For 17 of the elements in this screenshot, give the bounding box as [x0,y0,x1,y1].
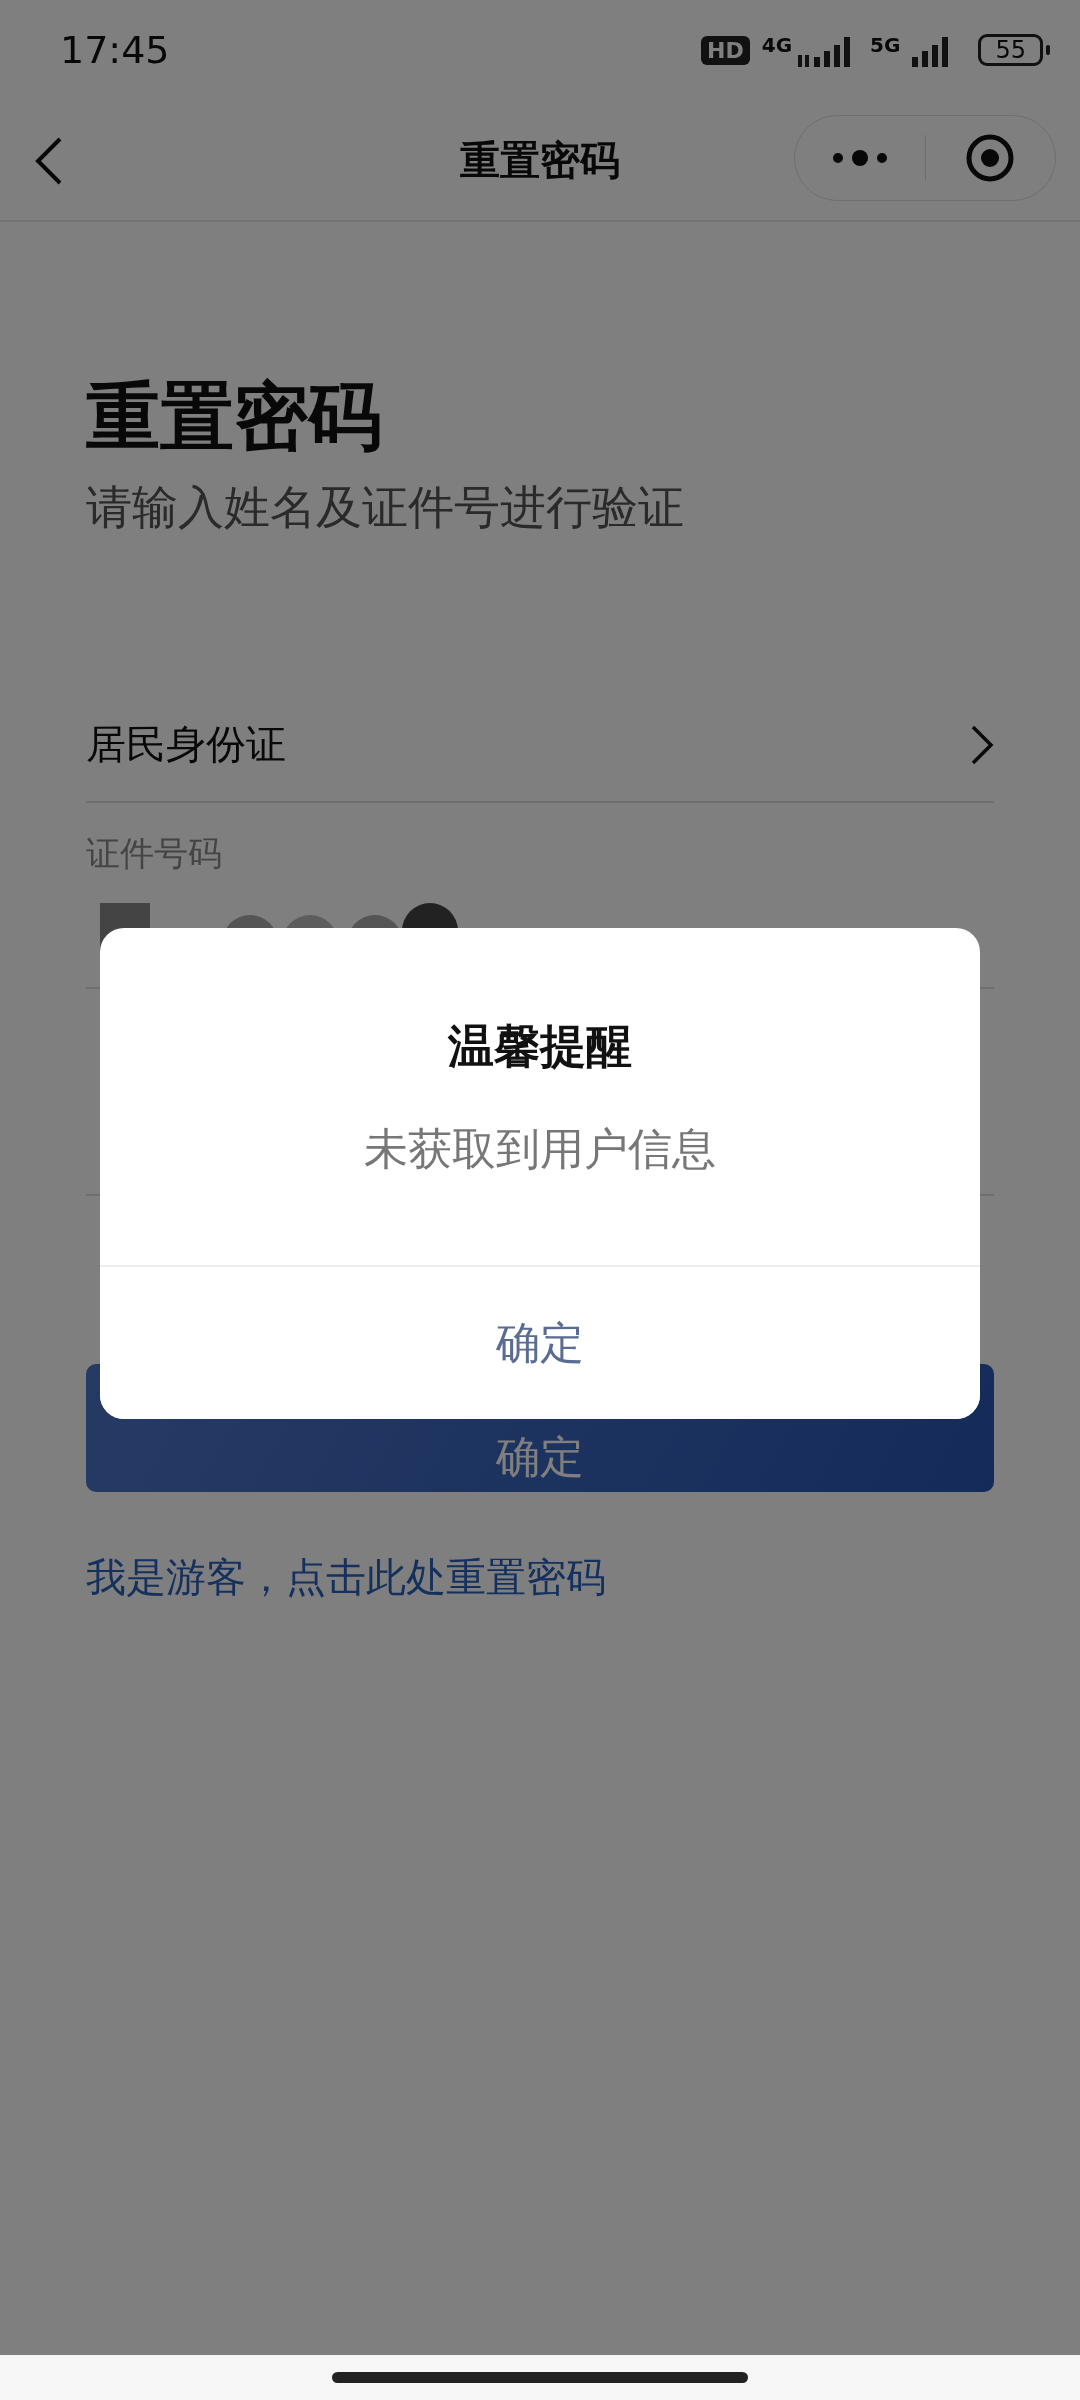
id-type-select[interactable]: 居民身份证 [86,717,286,773]
status-time: 17:45 [60,28,170,72]
page-title: 重置密码 [86,372,383,461]
back-icon[interactable] [34,136,64,186]
hd-badge: HD [701,35,750,65]
field-label: 证件号码 [86,831,223,875]
dialog-message: 未获取到用户信息 [363,1122,717,1176]
page-subtitle: 请输入姓名及证件号进行验证 [86,478,685,536]
guest-reset-link[interactable]: 我是游客，点击此处重置密码 [86,1549,606,1605]
chevron-icon [970,723,994,766]
dialog-confirm-button[interactable]: 确定 [100,1265,980,1419]
nav-title: 重置密码 [460,135,620,185]
network-type: 4G [761,33,793,57]
network-type: 5G [870,33,901,57]
more-icon[interactable] [831,150,888,166]
dialog-title: 温馨提醒 [447,1018,633,1075]
battery-level: 55 [978,34,1043,66]
